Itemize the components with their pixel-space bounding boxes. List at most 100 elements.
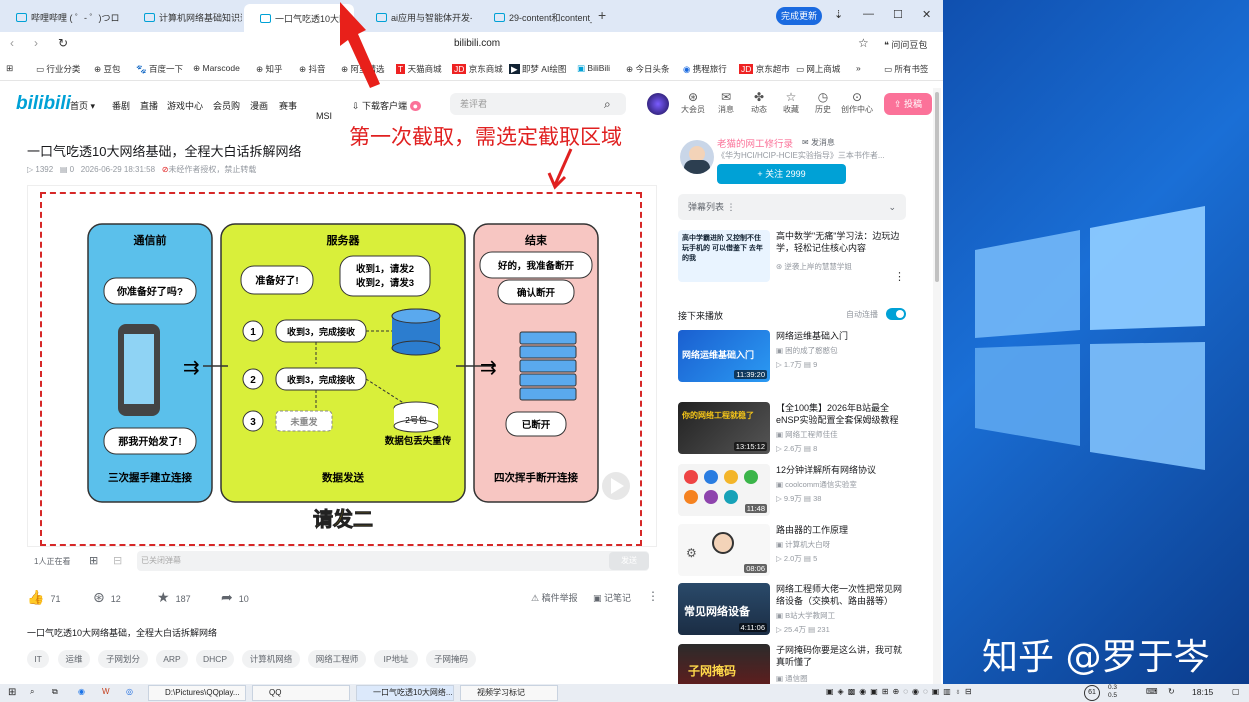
report-button[interactable]: ⚠ 稿件举报: [531, 591, 578, 604]
taskbar-notes[interactable]: 视频学习标记: [460, 685, 558, 701]
more-icon[interactable]: ⋮: [894, 270, 905, 283]
maximize-icon[interactable]: ☐: [893, 8, 903, 21]
action-center-icon[interactable]: ▢: [1232, 687, 1240, 696]
search-icon[interactable]: ⌕: [604, 97, 611, 112]
tag[interactable]: IP地址: [374, 650, 418, 668]
keyboard-icon[interactable]: ⌨: [1146, 687, 1158, 696]
back-icon[interactable]: ‹: [10, 36, 14, 50]
bookmark-item[interactable]: T 天猫商城: [396, 63, 442, 75]
header-favorite[interactable]: ☆ 收藏: [778, 90, 804, 115]
download-icon[interactable]: ⇣: [834, 8, 843, 21]
reload-icon[interactable]: ↻: [58, 36, 68, 50]
more-icon[interactable]: ⋮: [647, 589, 659, 603]
more-bookmarks-icon[interactable]: »: [856, 63, 861, 73]
bookmark-item[interactable]: ▭ 所有书签: [884, 63, 928, 75]
send-danmaku-button[interactable]: 发送: [609, 552, 649, 570]
refresh-icon[interactable]: ↻: [1168, 687, 1175, 696]
tab-bilibili-home[interactable]: 哔哩哔哩 ( ゜- ゜)つロ 干: [0, 6, 122, 28]
notification-badge[interactable]: 61: [1084, 685, 1100, 701]
url-text[interactable]: bilibili.com: [454, 38, 500, 49]
upload-button[interactable]: ⇪ 投稿: [884, 93, 932, 115]
bookmark-item[interactable]: JD 京东超市: [739, 63, 790, 75]
recommend-card[interactable]: 子网掩码 子网掩码你要是这么讲，我可就真听懂了 ▣ 通信圈: [678, 644, 906, 684]
bookmark-item[interactable]: 🐾 百度一下: [136, 63, 183, 75]
taskbar-browser[interactable]: 一口气吃透10大网络...: [356, 685, 454, 701]
minimize-icon[interactable]: —: [863, 8, 874, 20]
search-icon[interactable]: ⌕: [30, 687, 34, 697]
wps-icon[interactable]: W: [102, 687, 110, 696]
tray-icons[interactable]: ▣◈▩◉▣⊞⊕◌◉◌▣▥♁⊟: [826, 687, 976, 696]
like-button[interactable]: 👍 71: [27, 589, 60, 606]
bookmark-item[interactable]: JD 京东商城: [452, 63, 503, 75]
header-dynamic[interactable]: ✤ 动态: [746, 90, 772, 115]
star-icon[interactable]: ☆: [858, 36, 869, 50]
nav-game[interactable]: 游戏中心: [167, 99, 203, 112]
update-button[interactable]: 完成更新: [776, 7, 822, 25]
browser-icon[interactable]: ◎: [126, 687, 133, 696]
recommend-card[interactable]: 你的网络工程就稳了 13:15:12 【全100集】2026年B站最全eNSP实验…: [678, 402, 906, 458]
search-input[interactable]: 差评君: [450, 93, 626, 115]
favorite-button[interactable]: ★ 187: [157, 589, 191, 606]
header-member[interactable]: ⊛ 大会员: [680, 90, 706, 115]
nav-manga[interactable]: 漫画: [250, 99, 268, 112]
nav-live[interactable]: 直播: [140, 99, 158, 112]
recommend-card[interactable]: 常见网络设备 4:11:06 网络工程师大佬一次性把常见网络设备（交换机、路由器等…: [678, 583, 906, 639]
recommend-card[interactable]: ⚙ 08:06 路由器的工作原理 ▣ 计算机大白呀 ▷ 2.0万 ▤ 5: [678, 524, 906, 580]
clock[interactable]: 18:15: [1192, 687, 1213, 697]
follow-button[interactable]: + 关注 2999: [717, 164, 846, 184]
author-name[interactable]: 老猫的网工修行录: [717, 136, 793, 150]
close-window-icon[interactable]: ✕: [922, 8, 931, 21]
taskbar-explorer[interactable]: D:\Pictures\QQplay...: [148, 685, 246, 701]
tag[interactable]: 子网掩码: [426, 650, 476, 668]
bookmark-item[interactable]: ⊕ 知乎: [256, 63, 283, 75]
danmaku-list-toggle[interactable]: 弹幕列表 ⋮ ⌄: [678, 194, 906, 220]
taskbar-qq[interactable]: QQ: [252, 685, 350, 701]
forward-icon[interactable]: ›: [34, 36, 38, 50]
nav-home[interactable]: 首页 ▾: [70, 99, 95, 112]
bookmark-item[interactable]: ⊕ 抖音: [299, 63, 326, 75]
author-avatar[interactable]: [680, 140, 714, 174]
danmaku-input[interactable]: 已关闭弹幕: [137, 551, 649, 571]
coin-button[interactable]: ⊛ 12: [93, 589, 121, 606]
download-client-button[interactable]: ⇩ 下载客户端 ●: [352, 99, 422, 112]
send-message-button[interactable]: ✉ 发消息: [802, 137, 835, 148]
header-history[interactable]: ◷ 历史: [810, 90, 836, 115]
bookmark-item[interactable]: ▭ 网上商城: [796, 63, 840, 75]
tag[interactable]: 网络工程师: [308, 650, 366, 668]
doubao-button[interactable]: ❝ 问问豆包: [884, 38, 927, 51]
nav-mall[interactable]: 会员购: [213, 99, 240, 112]
autoplay-toggle[interactable]: [886, 308, 906, 320]
bookmark-item[interactable]: ▶ 即梦 AI绘图: [509, 63, 566, 75]
edge-icon[interactable]: ◉: [78, 687, 85, 696]
recommend-card[interactable]: 网络运维基础入门 11:39:20 网络运维基础入门 ▣ 困的成了憨憨包 ▷ 1.…: [678, 330, 906, 386]
apps-icon[interactable]: ⊞: [6, 63, 13, 74]
task-view-icon[interactable]: ⧉: [52, 687, 58, 697]
bookmark-item[interactable]: ⊕ 今日头条: [626, 63, 670, 75]
page-scrollbar[interactable]: [933, 88, 941, 684]
nav-esports[interactable]: 赛事: [279, 99, 297, 112]
new-tab-icon[interactable]: +: [598, 7, 606, 23]
bookmark-item[interactable]: ▭ 行业分类: [36, 63, 80, 75]
ad-card[interactable]: 高中学霸进阶 又控制不住玩手机的 可以借鉴下 去年的我 高中数学"无痛"学习法：…: [678, 230, 906, 286]
header-creator[interactable]: ⊙ 创作中心: [840, 90, 874, 115]
avatar[interactable]: [647, 93, 669, 115]
tab-network-basics[interactable]: 计算机网络基础知识速成: [128, 6, 242, 28]
tag[interactable]: ARP: [156, 650, 188, 668]
note-button[interactable]: ▣ 记笔记: [593, 591, 631, 604]
tag[interactable]: 计算机网络: [242, 650, 300, 668]
danmaku-toggle-icon[interactable]: ⊞: [89, 554, 98, 567]
bookmark-item[interactable]: ⊕ 豆包: [94, 63, 121, 75]
bilibili-logo[interactable]: bilibili: [16, 93, 71, 115]
bookmark-item[interactable]: ▣ BiliBili: [577, 63, 610, 74]
header-message[interactable]: ✉ 消息: [713, 90, 739, 115]
tag[interactable]: 子网划分: [98, 650, 148, 668]
tag[interactable]: IT: [27, 650, 49, 668]
bookmark-item[interactable]: ◉ 携程旅行: [683, 63, 727, 75]
danmaku-settings-icon[interactable]: ⊟: [113, 554, 122, 567]
bookmark-item[interactable]: ⊕ Marscode: [193, 63, 240, 74]
share-button[interactable]: ➦ 10: [221, 589, 249, 606]
tab-content[interactable]: 29-content和content_: [478, 6, 592, 28]
start-icon[interactable]: ⊞: [8, 687, 16, 698]
tag[interactable]: 运维: [58, 650, 90, 668]
nav-anime[interactable]: 番剧: [112, 99, 130, 112]
